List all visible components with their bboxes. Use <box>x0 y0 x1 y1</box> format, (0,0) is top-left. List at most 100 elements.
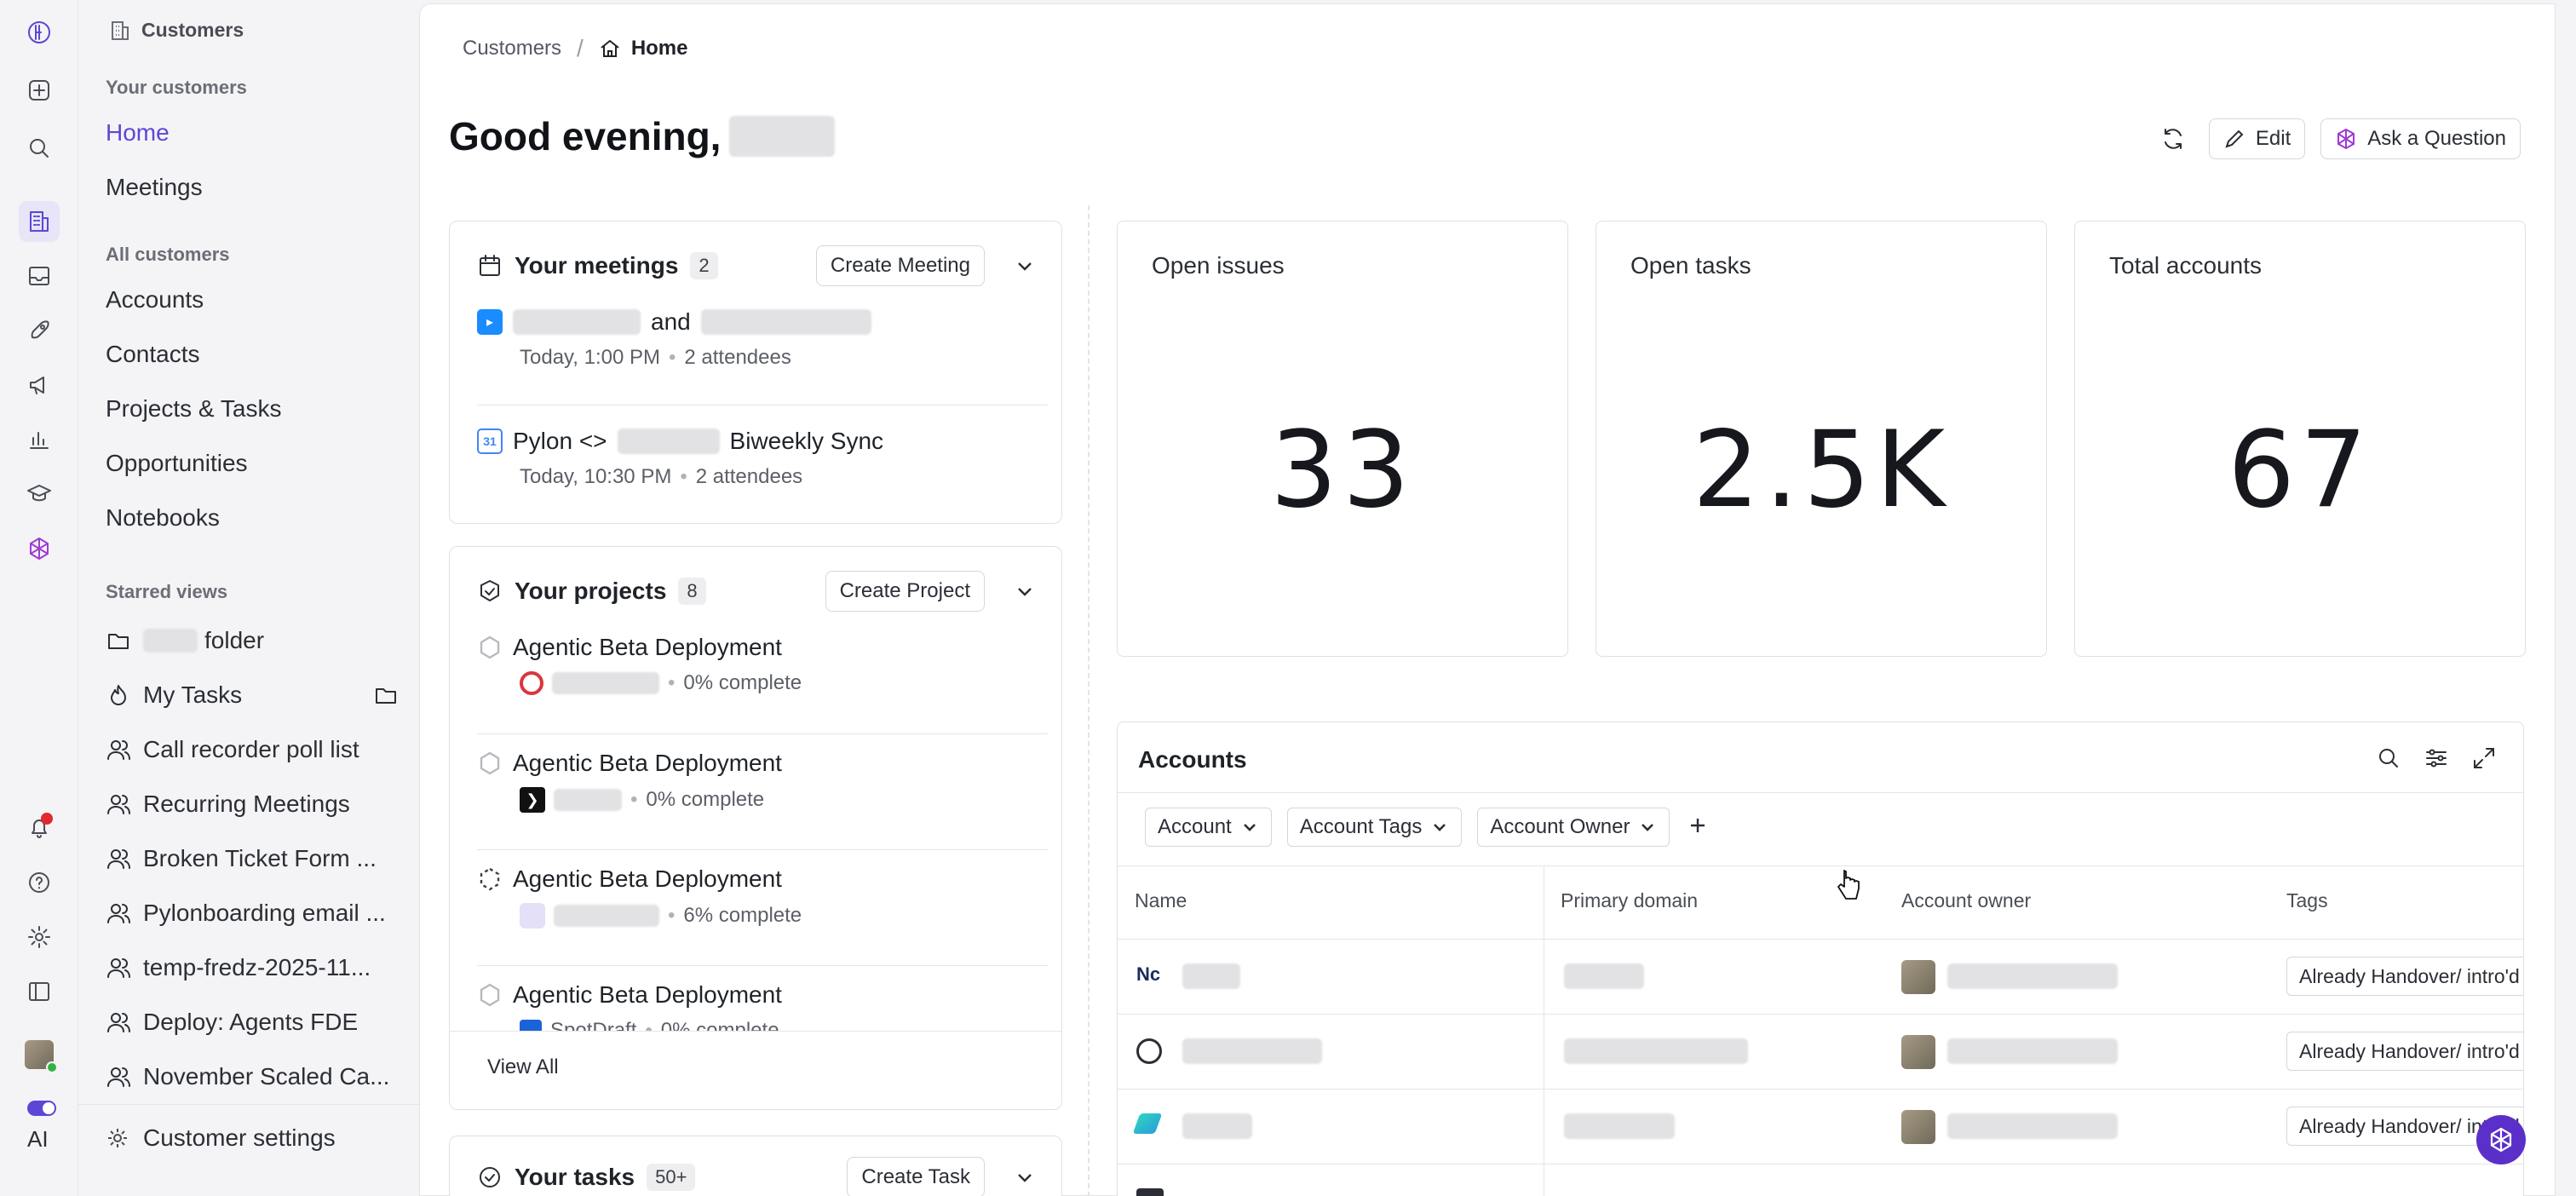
project-status-icon <box>480 751 500 775</box>
filter-account-owner[interactable]: Account Owner <box>1477 808 1670 847</box>
stat-label: Total accounts <box>2109 252 2262 279</box>
starred-item-recurring-meetings[interactable]: Recurring Meetings <box>106 791 412 818</box>
account-tag[interactable]: Already Handover/ intro'd <box>2286 1032 2523 1071</box>
section-starred-views: Starred views <box>106 581 228 602</box>
megaphone-icon[interactable] <box>19 365 60 405</box>
tasks-count-badge: 50+ <box>647 1164 696 1191</box>
page-title: Good evening, <box>449 113 836 159</box>
add-filter-button[interactable] <box>1685 813 1711 842</box>
redacted-user-name <box>729 116 836 157</box>
starred-item-deploy-agents[interactable]: Deploy: Agents FDE <box>106 1009 412 1036</box>
edit-button[interactable]: Edit <box>2208 118 2306 159</box>
column-header-owner[interactable]: Account owner <box>1901 889 2031 912</box>
search-icon[interactable] <box>2375 745 2402 772</box>
account-logo-icon <box>1136 1188 1164 1196</box>
ai-agent-icon[interactable] <box>19 528 60 569</box>
create-task-button[interactable]: Create Task <box>847 1157 985 1196</box>
starred-item-november-scaled[interactable]: November Scaled Ca... <box>106 1063 412 1090</box>
redacted-text <box>1564 1038 1748 1064</box>
starred-item-label: Call recorder poll list <box>143 736 359 762</box>
inbox-icon[interactable] <box>19 256 60 296</box>
sidebar-toggle-icon[interactable] <box>19 971 60 1012</box>
sidebar-item-contacts[interactable]: Contacts <box>106 341 200 368</box>
create-meeting-label: Create Meeting <box>830 254 970 277</box>
account-tag[interactable]: Already Handover/ intro'd <box>2286 957 2523 996</box>
project-item[interactable]: Agentic Beta Deployment • 0% complete <box>477 634 1048 734</box>
starred-item-folder[interactable]: folder <box>106 627 412 654</box>
sidebar-item-projects-tasks[interactable]: Projects & Tasks <box>106 395 281 423</box>
expand-icon[interactable] <box>2470 745 2498 772</box>
zoom-app-icon: ▸ <box>477 309 503 335</box>
project-name: Agentic Beta Deployment <box>513 981 782 1008</box>
customer-settings-link[interactable]: Customer settings <box>106 1124 336 1152</box>
stat-value: 2.5K <box>1692 409 1951 532</box>
notifications-icon[interactable] <box>19 808 60 848</box>
account-logo-icon: Nc <box>1136 963 1161 985</box>
redacted-text <box>554 789 622 811</box>
starred-item-pylonboarding-email[interactable]: Pylonboarding email ... <box>106 900 412 927</box>
filter-account[interactable]: Account <box>1145 808 1272 847</box>
stat-open-tasks[interactable]: Open tasks 2.5K <box>1596 221 2047 657</box>
view-all-link[interactable]: View All <box>487 1055 559 1079</box>
breadcrumb-root[interactable]: Customers <box>463 37 561 60</box>
column-header-tags[interactable]: Tags <box>2286 889 2328 912</box>
filter-settings-icon[interactable] <box>2423 745 2450 772</box>
chevron-down-icon[interactable] <box>1012 578 1038 604</box>
search-icon[interactable] <box>19 128 60 169</box>
pencil-icon <box>2225 129 2244 148</box>
project-item[interactable]: Agentic Beta Deployment ❯ • 0% complete <box>477 750 1048 850</box>
meeting-item[interactable]: 31 Pylon <> Biweekly Sync Today, 10:30 P… <box>477 428 1048 513</box>
project-in-progress-icon <box>480 867 500 891</box>
users-icon <box>107 904 130 923</box>
filter-account-tags[interactable]: Account Tags <box>1286 808 1463 847</box>
meeting-item[interactable]: ▸ and Today, 1:00 PM • 2 attendees <box>477 308 1048 405</box>
table-row[interactable]: Already Handover/ intro'd <box>1118 1014 2523 1089</box>
create-project-button[interactable]: Create Project <box>825 571 985 612</box>
task-check-icon <box>480 1167 500 1187</box>
meetings-card-header: Your meetings 2 Create Meeting <box>477 245 1038 286</box>
meeting-attendees: 2 attendees <box>684 346 791 369</box>
analytics-icon[interactable] <box>19 419 60 460</box>
column-divider <box>1088 205 1090 1196</box>
owner-avatar <box>1901 1035 1935 1069</box>
folder-icon[interactable] <box>373 682 399 708</box>
create-project-label: Create Project <box>839 579 970 602</box>
sidebar-item-opportunities[interactable]: Opportunities <box>106 450 248 477</box>
table-row[interactable] <box>1118 1164 2523 1196</box>
starred-item-my-tasks[interactable]: My Tasks <box>106 681 412 709</box>
academy-icon[interactable] <box>19 474 60 515</box>
customers-icon[interactable] <box>19 201 60 242</box>
chevron-down-icon[interactable] <box>1012 253 1038 279</box>
ask-question-button[interactable]: Ask a Question <box>2320 118 2521 159</box>
table-row[interactable]: Already Handover/ intro'd <box>1118 1089 2523 1164</box>
stat-open-issues[interactable]: Open issues 33 <box>1117 221 1568 657</box>
edit-button-label: Edit <box>2255 127 2291 150</box>
starred-item-call-recorder[interactable]: Call recorder poll list <box>106 736 412 763</box>
project-item[interactable]: Agentic Beta Deployment • 6% complete <box>477 865 1048 966</box>
starred-item-temp-fredz[interactable]: temp-fredz-2025-11... <box>106 954 412 981</box>
sidebar-item-home[interactable]: Home <box>106 119 170 147</box>
user-avatar[interactable] <box>19 1034 60 1075</box>
create-meeting-button[interactable]: Create Meeting <box>815 245 985 286</box>
sidebar-item-meetings[interactable]: Meetings <box>106 174 203 201</box>
users-icon <box>107 1013 130 1032</box>
sidebar-item-accounts[interactable]: Accounts <box>106 286 204 313</box>
settings-icon[interactable] <box>19 917 60 957</box>
stat-total-accounts[interactable]: Total accounts 67 <box>2074 221 2526 657</box>
help-icon[interactable] <box>19 862 60 903</box>
starred-item-broken-ticket-form[interactable]: Broken Ticket Form ... <box>106 845 412 872</box>
tasks-title: Your tasks <box>515 1164 635 1190</box>
rocket-icon[interactable] <box>19 310 60 351</box>
pylon-logo-icon[interactable] <box>19 12 60 53</box>
column-header-domain[interactable]: Primary domain <box>1561 889 1698 912</box>
refresh-button[interactable] <box>2153 118 2194 159</box>
table-row[interactable]: Nc Already Handover/ intro'd <box>1118 939 2523 1014</box>
new-icon[interactable] <box>19 70 60 111</box>
project-status-icon <box>480 635 500 659</box>
ai-assistant-button[interactable] <box>2476 1115 2526 1164</box>
column-header-name[interactable]: Name <box>1135 889 1187 912</box>
chevron-down-icon[interactable] <box>1012 1164 1038 1190</box>
sidebar-item-notebooks[interactable]: Notebooks <box>106 504 220 532</box>
ai-toggle[interactable] <box>27 1101 56 1116</box>
flame-icon <box>111 685 126 705</box>
